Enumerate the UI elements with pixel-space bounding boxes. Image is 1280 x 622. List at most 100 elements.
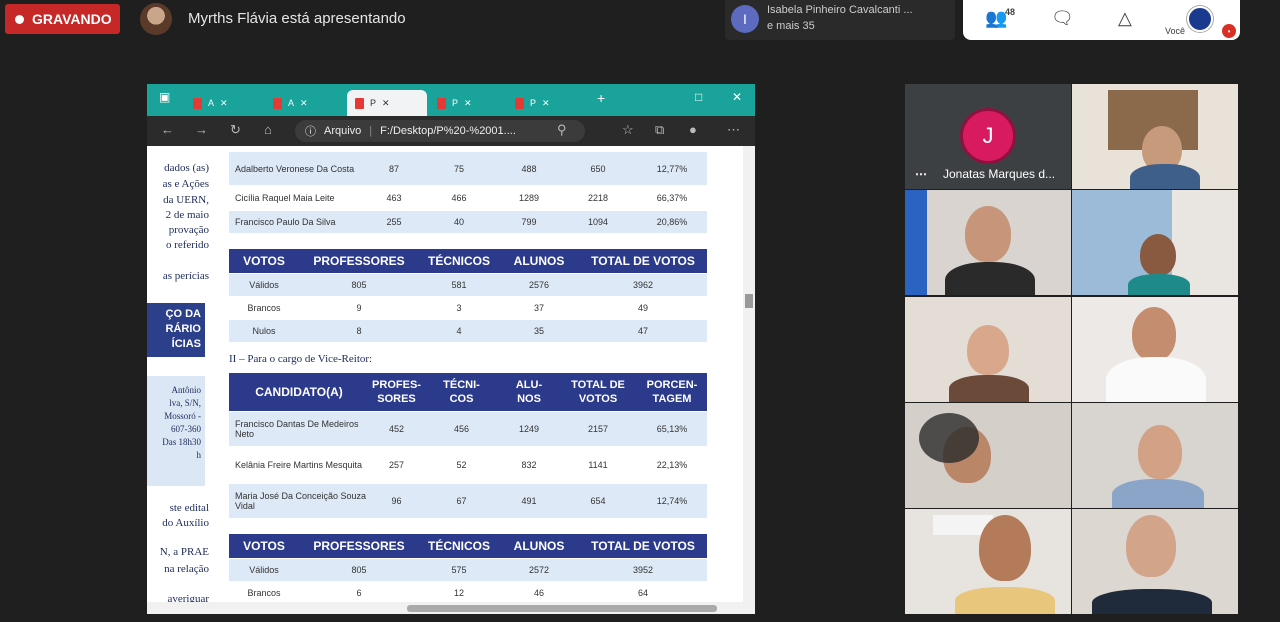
header-cell: PROFESSORES: [313, 254, 405, 268]
home-icon[interactable]: ⌂: [264, 122, 272, 137]
tab-close[interactable]: ✕: [220, 98, 228, 109]
forward-icon[interactable]: →: [195, 122, 208, 137]
cell: 66,37%: [656, 193, 688, 203]
cell: 12,74%: [656, 496, 688, 506]
collections-icon[interactable]: ⧉: [655, 122, 664, 138]
pdf-icon: [193, 97, 202, 109]
cell: 3962: [632, 280, 654, 290]
more-options-icon[interactable]: ⋯: [915, 167, 927, 181]
shared-screen: ▣ A ✕ A ✕ P ✕ P ✕ P ✕ + □ ✕ ← → ↻ ⌂ ⓘ Arquivo |…: [147, 84, 755, 614]
tab-close[interactable]: ✕: [464, 98, 472, 109]
cell: 805: [351, 280, 367, 290]
scroll-thumb[interactable]: [745, 294, 753, 308]
pdf-viewer: dados (as) as e Ações da UERN, 2 de maio…: [147, 146, 755, 614]
tab-4[interactable]: P ✕: [429, 90, 480, 116]
left-text-9: do Auxílio: [162, 517, 209, 529]
participant-body: [1128, 274, 1190, 295]
candidate-name: Adalberto Veronese Da Costa: [235, 163, 355, 174]
self-label: Você: [1165, 26, 1186, 36]
participant-tile[interactable]: [905, 509, 1071, 614]
refresh-icon[interactable]: ↻: [230, 122, 241, 138]
participant-face: [1140, 234, 1176, 276]
participant-tile[interactable]: [905, 190, 1071, 295]
favorites-icon[interactable]: ☆: [622, 122, 634, 138]
cell: 49: [637, 303, 648, 313]
participant-tile[interactable]: [1072, 84, 1238, 189]
scroll-thumb[interactable]: [407, 605, 717, 612]
participant-body: [955, 587, 1055, 614]
vertical-scrollbar[interactable]: [743, 146, 755, 614]
table-row: Kelânia Freire Martins Mesquita 257 52 8…: [229, 448, 707, 482]
cell: 654: [590, 496, 606, 506]
banner: [905, 190, 927, 295]
header-cell: TOTAL DE VOTOS: [591, 539, 695, 553]
menu-icon[interactable]: ⋯: [727, 122, 740, 138]
tab-2[interactable]: A ✕: [265, 90, 316, 116]
cell: 575: [451, 565, 467, 575]
cell: 3952: [632, 565, 654, 575]
cell: 832: [521, 460, 537, 470]
participant-tile[interactable]: [1072, 403, 1238, 508]
participants-preview[interactable]: I Isabela Pinheiro Cavalcanti ... e mais…: [725, 0, 955, 40]
participant-body: [1112, 479, 1204, 508]
left-heading-2: RÁRIO: [165, 323, 201, 335]
candidate-name: Kelânia Freire Martins Mesquita: [235, 460, 363, 470]
new-tab-icon[interactable]: +: [597, 90, 605, 106]
header-cell: ALUNOS: [513, 254, 565, 268]
cell: 64: [637, 588, 648, 598]
participant-body: [949, 375, 1029, 402]
table-row: Francisco Dantas De Medeiros Neto 452 45…: [229, 412, 707, 446]
participant-tile-jonatas[interactable]: J ⋯ Jonatas Marques d...: [905, 84, 1071, 189]
cell: 257: [388, 460, 405, 470]
participant-body: [1106, 357, 1206, 402]
tab-close[interactable]: ✕: [382, 98, 390, 109]
table-row: Válidos 805 575 2572 3952: [229, 559, 707, 581]
horizontal-scrollbar[interactable]: [147, 602, 743, 614]
zoom-icon[interactable]: ⚲: [557, 122, 567, 138]
cell: 9: [356, 303, 362, 313]
maximize-icon[interactable]: □: [695, 90, 702, 104]
chat-icon[interactable]: 🗨: [1051, 8, 1074, 29]
participant-tile[interactable]: [1072, 190, 1238, 295]
cell: 2157: [587, 424, 609, 434]
participant-tile[interactable]: [1072, 509, 1238, 614]
participant-tile[interactable]: [905, 297, 1071, 402]
participant-name: Jonatas Marques d...: [943, 167, 1056, 181]
info-icon: ⓘ: [305, 126, 316, 138]
close-window-icon[interactable]: ✕: [732, 90, 742, 104]
header-cell: TÉCNI- COS: [443, 379, 480, 405]
left-text-1: dados (as): [164, 162, 209, 174]
tab-actions-icon[interactable]: ▣: [159, 90, 170, 104]
left-text-10: N, a PRAE: [159, 546, 209, 558]
cell: 255: [386, 217, 402, 227]
cell: 37: [533, 303, 544, 313]
cell: 20,86%: [656, 217, 688, 227]
left-text-6: o referido: [165, 239, 209, 251]
tab-label: P: [452, 98, 459, 108]
self-avatar[interactable]: [1187, 6, 1213, 32]
tab-5[interactable]: P ✕: [507, 90, 558, 116]
cell: Brancos: [247, 588, 281, 598]
participant-tile[interactable]: [905, 403, 1071, 508]
votes-header: VOTOS PROFESSORES TÉCNICOS ALUNOS TOTAL …: [229, 534, 707, 558]
url-field[interactable]: ⓘ Arquivo | F:/Desktop/P%20-%2001....: [295, 120, 585, 142]
tab-close[interactable]: ✕: [300, 98, 308, 109]
back-icon[interactable]: ←: [161, 122, 174, 137]
cell: 488: [521, 163, 537, 174]
table-row: Brancos 9 3 37 49: [229, 297, 707, 319]
people-count: 48: [1005, 7, 1016, 17]
left-text-4: 2 de maio: [165, 209, 209, 221]
cell: Válidos: [249, 565, 279, 575]
tab-close[interactable]: ✕: [542, 98, 550, 109]
url-prefix: Arquivo: [324, 125, 362, 137]
table-row: Francisco Paulo Da Silva 255 40 799 1094…: [229, 211, 707, 233]
participant-tile[interactable]: [1072, 297, 1238, 402]
tab-3[interactable]: P ✕: [347, 90, 427, 116]
address-line: lva, S/N,: [169, 398, 201, 408]
tab-1[interactable]: A ✕: [185, 90, 236, 116]
address-line: Das 18h30: [162, 437, 201, 447]
table-row: Adalberto Veronese Da Costa 87 75 488 65…: [229, 152, 707, 185]
table-row: Nulos 8 4 35 47: [229, 320, 707, 342]
activities-icon[interactable]: △: [1118, 8, 1132, 29]
profile-icon[interactable]: ●: [689, 122, 697, 137]
